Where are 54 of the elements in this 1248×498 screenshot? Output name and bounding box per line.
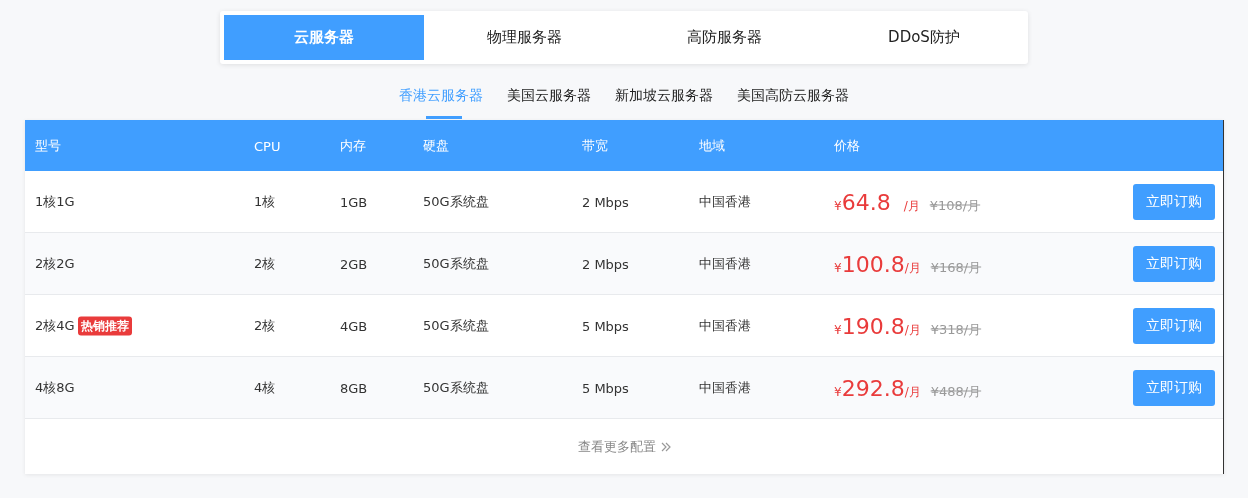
column-header: 型号: [35, 136, 61, 155]
table-cell: 50G系统盘: [423, 254, 489, 273]
region-tab[interactable]: 香港云服务器: [399, 84, 483, 119]
price: ¥292.8/月: [834, 375, 921, 400]
table-cell: 2 Mbps: [582, 194, 629, 209]
table-cell: 2核4G: [35, 316, 75, 335]
table-cell: 中国香港: [699, 192, 751, 211]
table-cell: 4核8G: [35, 378, 75, 397]
column-header: 地域: [699, 136, 725, 155]
column-header: CPU: [254, 138, 281, 153]
table-cell: 50G系统盘: [423, 316, 489, 335]
more-link[interactable]: 查看更多配置: [577, 437, 671, 456]
order-button[interactable]: 立即订购: [1133, 369, 1215, 406]
table-cell: 50G系统盘: [423, 192, 489, 211]
original-price: ¥318/月: [930, 320, 982, 338]
table-cell: 4核: [254, 378, 276, 397]
table-cell: 2GB: [340, 256, 368, 271]
table-cell: 2核: [254, 316, 276, 335]
column-header: 带宽: [582, 136, 608, 155]
table-cell: 1核1G: [35, 192, 75, 211]
region-tab[interactable]: 美国高防云服务器: [737, 84, 849, 119]
table-cell: 50G系统盘: [423, 378, 489, 397]
table-cell: 5 Mbps: [582, 318, 629, 333]
table-cell: 中国香港: [699, 378, 751, 397]
category-tab[interactable]: DDoS防护: [824, 15, 1024, 60]
original-price: ¥108/月: [929, 196, 981, 214]
order-button[interactable]: 立即订购: [1133, 307, 1215, 344]
column-header: 价格: [834, 136, 860, 155]
region-tab[interactable]: 美国云服务器: [507, 84, 591, 119]
original-price: ¥168/月: [930, 258, 982, 276]
table-cell: 2核: [254, 254, 276, 273]
price: ¥190.8/月: [834, 313, 921, 338]
table-cell: 中国香港: [699, 316, 751, 335]
order-button[interactable]: 立即订购: [1133, 183, 1215, 220]
table-cell: 1GB: [340, 194, 368, 209]
order-button[interactable]: 立即订购: [1133, 245, 1215, 282]
hot-badge: 热销推荐: [77, 316, 132, 335]
table-cell: 8GB: [340, 380, 368, 395]
price: ¥64.8 /月: [834, 189, 920, 214]
original-price: ¥488/月: [930, 382, 982, 400]
column-header: 内存: [340, 136, 366, 155]
table-cell: 中国香港: [699, 254, 751, 273]
region-tab[interactable]: 新加坡云服务器: [615, 84, 713, 119]
table-cell: 2核2G: [35, 254, 75, 273]
category-tab[interactable]: 云服务器: [224, 15, 424, 60]
double-chevron-icon: [660, 441, 671, 452]
table-cell: 1核: [254, 192, 276, 211]
price: ¥100.8/月: [834, 251, 921, 276]
table-cell: 2 Mbps: [582, 256, 629, 271]
category-tab[interactable]: 物理服务器: [424, 15, 624, 60]
column-header: 硬盘: [423, 136, 449, 155]
table-cell: 4GB: [340, 318, 368, 333]
category-tab[interactable]: 高防服务器: [624, 15, 824, 60]
table-cell: 5 Mbps: [582, 380, 629, 395]
